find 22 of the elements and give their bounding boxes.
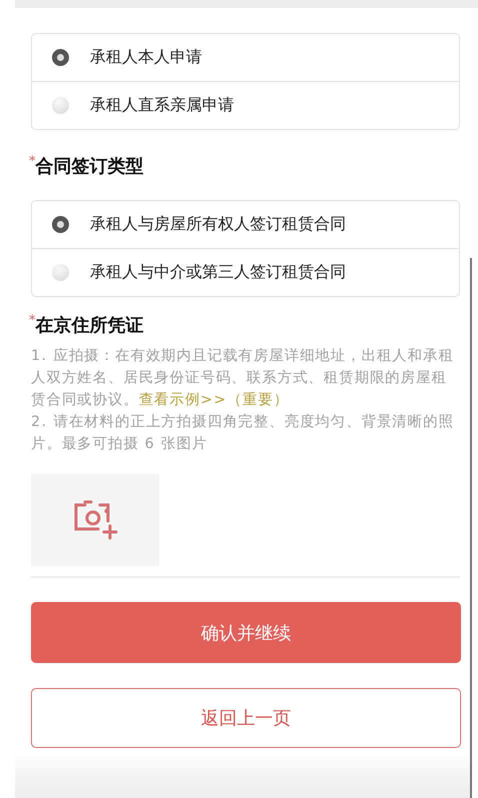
radio-option[interactable]: 承租人与中介或第三人签订租赁合同 (32, 248, 459, 296)
option-label: 承租人与房屋所有权人签订租赁合同 (90, 214, 346, 235)
photo-upload-button[interactable] (31, 474, 159, 566)
required-mark: * (29, 154, 36, 169)
radio-button[interactable] (52, 97, 69, 114)
required-mark: * (29, 313, 36, 328)
option-label: 承租人与中介或第三人签订租赁合同 (90, 262, 346, 283)
radio-option[interactable]: 承租人与房屋所有权人签订租赁合同 (32, 201, 459, 248)
camera-add-icon (72, 499, 118, 541)
radio-option[interactable]: 承租人直系亲属申请 (32, 81, 459, 129)
radio-button[interactable] (52, 264, 69, 281)
instruction-text: 1. 应拍摄：在有效期内且记载有房屋详细地址，出租人和承租人双方姓名、居民身份证号码、联系方式、租赁期限的房屋租赁合同或协议。查看示例>>（重要） (31, 346, 455, 410)
section-title: 合同签订类型 (36, 155, 144, 178)
option-label: 承租人直系亲属申请 (90, 95, 234, 116)
back-button[interactable]: 返回上一页 (31, 688, 461, 748)
radio-option[interactable]: 承租人本人申请 (32, 34, 459, 81)
option-label: 承租人本人申请 (90, 47, 202, 68)
radio-button[interactable] (52, 49, 69, 66)
section-title: 在京住所凭证 (36, 314, 144, 337)
radio-button[interactable] (52, 216, 69, 233)
instruction-text: 2. 请在材料的正上方拍摄四角完整、亮度均匀、背景清晰的照片。最多可拍摄 6 张图片 (31, 412, 455, 454)
scroll-bar[interactable] (470, 258, 472, 798)
